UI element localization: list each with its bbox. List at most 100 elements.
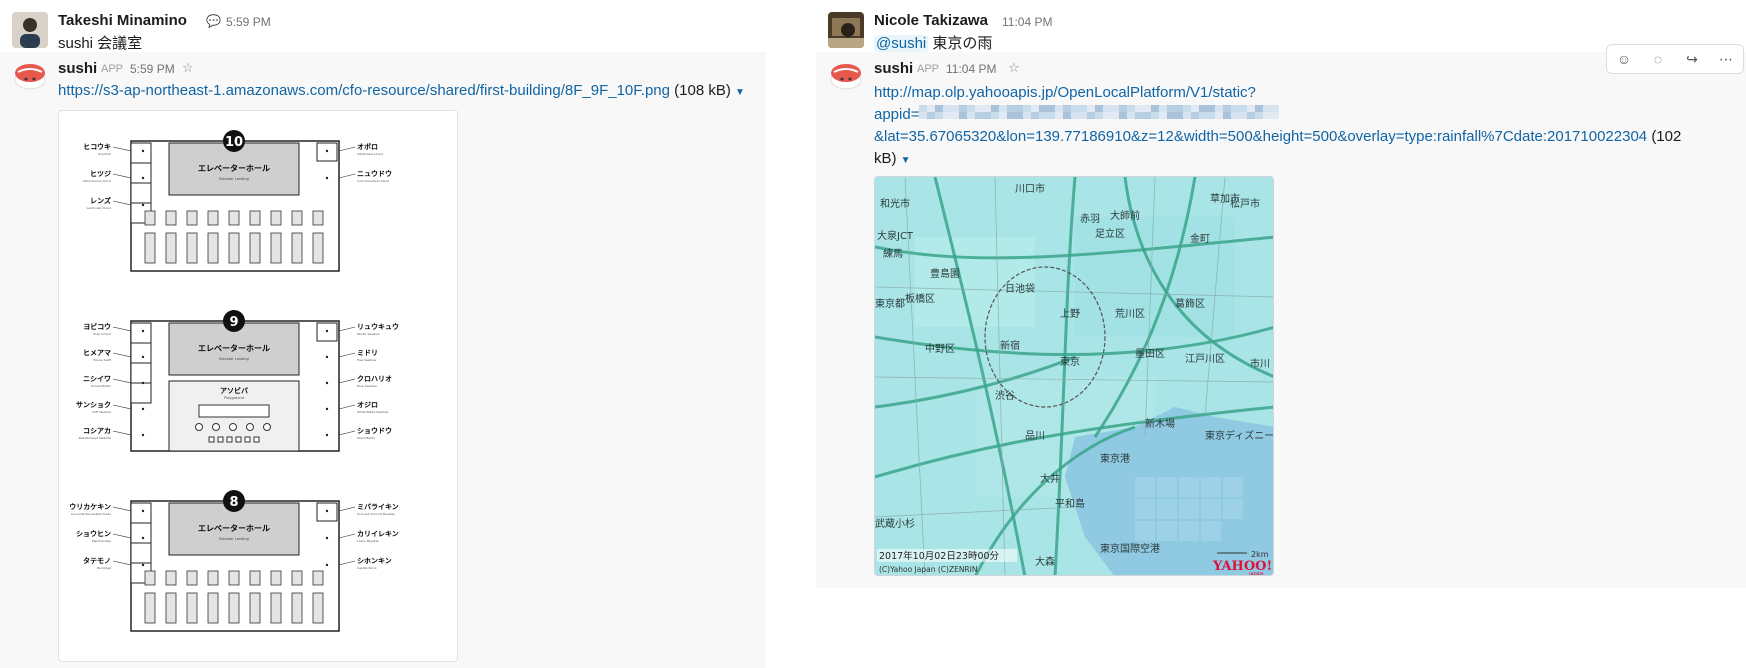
room-label: レンズ xyxy=(90,196,111,205)
add-reaction-icon[interactable]: ☺ xyxy=(1607,45,1641,73)
room-sublabel: House Swift xyxy=(93,358,112,362)
author-name[interactable]: Nicole Takizawa xyxy=(874,12,988,29)
room-label: サンショク xyxy=(76,400,111,409)
room-label: ヒメアマ xyxy=(83,349,111,357)
avatar[interactable] xyxy=(828,12,864,48)
map-place-label: 大泉JCT xyxy=(877,229,914,242)
map-place-label: 金町 xyxy=(1190,232,1210,245)
map-scale: 2km xyxy=(1251,550,1269,559)
map-place-label: 荒川区 xyxy=(1115,308,1145,320)
rainfall-map-image[interactable]: 和光市 川口市 草加市 松戸市 大泉JCT 練馬 赤羽 足立区 大師前 金町 豊島園 板橋区 日池袋 荒川… xyxy=(874,176,1274,576)
elevator-hall-sublabel: Elevator Landing xyxy=(219,357,249,361)
room-label: コシアカ xyxy=(83,427,111,435)
more-icon[interactable]: ⋯ xyxy=(1709,45,1743,73)
floor-8: エレベーターホール Elevator Landing 8 ウリカケキンAccounts… xyxy=(69,490,399,632)
room-label: オジロ xyxy=(357,401,378,409)
floor-number: 9 xyxy=(229,315,238,330)
message-timestamp[interactable]: 5:59 PM xyxy=(226,15,271,29)
message-timestamp[interactable]: 5:59 PM xyxy=(130,62,175,76)
elevator-hall-label: エレベーターホール xyxy=(198,163,270,173)
map-place-label: 武蔵小杉 xyxy=(875,517,915,530)
room-sublabel: Lenticular Cloud xyxy=(87,206,111,210)
user-mention[interactable]: @sushi xyxy=(874,35,929,52)
bot-message: sushi APP 5:59 PM ☆ https://s3-ap-northe… xyxy=(0,52,766,668)
file-size-unit: kB) xyxy=(874,150,897,168)
link-line-2: appid= xyxy=(874,106,920,123)
floorplan-image[interactable]: エレベーターホール Elevator Landing 10 ヒコウキ Overtrail… xyxy=(58,110,458,662)
room-sublabel: House Martin xyxy=(91,384,111,388)
map-place-label: 足立区 xyxy=(1095,227,1125,240)
attachment-link[interactable]: http://map.olp.yahooapis.jp/OpenLocalPla… xyxy=(874,84,1651,145)
room-sublabel: Accounts Receivable Trade xyxy=(71,512,111,516)
bot-message: sushi APP 11:04 PM ☆ ☺ ◌ ↪ ⋯ http://map.… xyxy=(816,44,1746,588)
room-label: リュウキュウ xyxy=(357,322,399,331)
map-timestamp: 2017年10月02日23時00分 xyxy=(879,550,1000,562)
playground-sublabel: Playground xyxy=(224,396,244,400)
room-sublabel: Accrued Amount Payable xyxy=(357,512,395,516)
floorplan-drawing: エレベーターホール Elevator Landing 10 ヒコウキOvertrail… xyxy=(69,130,399,632)
room-sublabel: Overtrail xyxy=(98,152,111,156)
app-badge: APP xyxy=(917,63,940,75)
map-place-label: 赤羽 xyxy=(1080,213,1100,225)
user-message: Takeshi Minamino 💬 5:59 PM sushi 会議室 xyxy=(0,0,766,52)
file-size: (102 xyxy=(1651,128,1682,146)
map-place-label: 豊島園 xyxy=(930,267,960,280)
room-sublabel: Dive Swallow xyxy=(357,384,377,388)
author-name[interactable]: Takeshi Minamino xyxy=(58,12,187,29)
message-timestamp[interactable]: 11:04 PM xyxy=(1002,15,1052,29)
thread-icon[interactable]: 💬 xyxy=(206,14,221,28)
message-text: @sushi 東京の雨 xyxy=(874,32,992,53)
attachment-link-block: http://map.olp.yahooapis.jp/OpenLocalPla… xyxy=(874,82,1734,172)
room-label: ヨビコウ xyxy=(83,322,111,331)
left-conversation-pane: Takeshi Minamino 💬 5:59 PM sushi 会議室 sus… xyxy=(0,0,766,668)
room-sublabel: Prep School xyxy=(93,332,111,336)
map-place-label: 川口市 xyxy=(1015,182,1045,195)
avatar[interactable] xyxy=(12,12,48,48)
share-icon[interactable]: ↪ xyxy=(1675,45,1709,73)
map-place-label: 練馬 xyxy=(883,247,903,260)
yahoo-logo-sub: JAPAN xyxy=(1248,572,1264,576)
room-label: ヒコウキ xyxy=(83,142,111,151)
room-sublabel: Cumulonimbus Cloud xyxy=(357,179,389,183)
author-name[interactable]: sushi xyxy=(58,60,97,77)
playground-label: アソビバ xyxy=(220,386,248,395)
room-sublabel: Altocumulus Cloud xyxy=(83,179,111,183)
room-sublabel: Altostratus Cloud xyxy=(357,152,383,156)
room-label: ミドリ xyxy=(357,349,378,357)
map-place-label: 大師前 xyxy=(1110,209,1140,222)
room-sublabel: Red-Rumped Swallow xyxy=(79,436,112,440)
right-conversation-pane: Nicole Takizawa 11:04 PM @sushi 東京の雨 sus… xyxy=(816,0,1746,668)
map-place-label: 新宿 xyxy=(1000,339,1020,352)
room-sublabel: Tree Swallow xyxy=(356,358,377,362)
message-timestamp[interactable]: 11:04 PM xyxy=(946,62,996,76)
floor-number: 8 xyxy=(229,495,238,510)
chevron-down-icon[interactable]: ▼ xyxy=(735,87,745,98)
room-sublabel: White-Tailed Swallow xyxy=(357,410,389,414)
map-place-label: 板橋区 xyxy=(905,292,935,305)
room-label: ショウヒン xyxy=(76,529,111,538)
chevron-down-icon[interactable]: ▼ xyxy=(901,155,911,166)
link-line-1: http://map.olp.yahooapis.jp/OpenLocalPla… xyxy=(874,84,1256,101)
map-place-label: 新木場 xyxy=(1145,417,1175,430)
message-text: sushi 会議室 xyxy=(58,35,143,52)
floor-10: エレベーターホール Elevator Landing 10 ヒコウキOvertrail… xyxy=(83,130,392,272)
floor-9: エレベーターホール Elevator Landing 9 アソビバPlayground… xyxy=(76,310,399,452)
map-place-label: 大井 xyxy=(1040,472,1060,485)
reply-thread-icon[interactable]: ◌ xyxy=(1641,45,1675,73)
attachment-link[interactable]: https://s3-ap-northeast-1.amazonaws.com/… xyxy=(58,82,670,99)
sushi-bot-avatar[interactable] xyxy=(12,58,48,94)
star-icon[interactable]: ☆ xyxy=(1008,60,1020,76)
attachment-link-line: https://s3-ap-northeast-1.amazonaws.com/… xyxy=(58,82,745,99)
link-line-3: &lat=35.67065320&lon=139.77186910&z=12&w… xyxy=(874,128,1648,146)
room-label: ニュウドウ xyxy=(357,169,392,178)
app-badge: APP xyxy=(101,63,124,75)
sushi-bot-avatar[interactable] xyxy=(828,58,864,94)
star-icon[interactable]: ☆ xyxy=(182,60,194,76)
author-name[interactable]: sushi xyxy=(874,60,913,77)
room-label: ニシイワ xyxy=(83,375,111,383)
map-copyright: (C)Yahoo Japan (C)ZENRIN xyxy=(879,565,977,574)
rainfall-map: 和光市川口市草加市松戸市大泉JCT練馬赤羽足立区大師前金町豊島園板橋区日池袋荒川… xyxy=(875,177,1273,576)
room-label: クロハリオ xyxy=(357,374,392,383)
room-sublabel: Loans Payable xyxy=(357,539,379,543)
map-place-label: 和光市 xyxy=(880,197,910,210)
